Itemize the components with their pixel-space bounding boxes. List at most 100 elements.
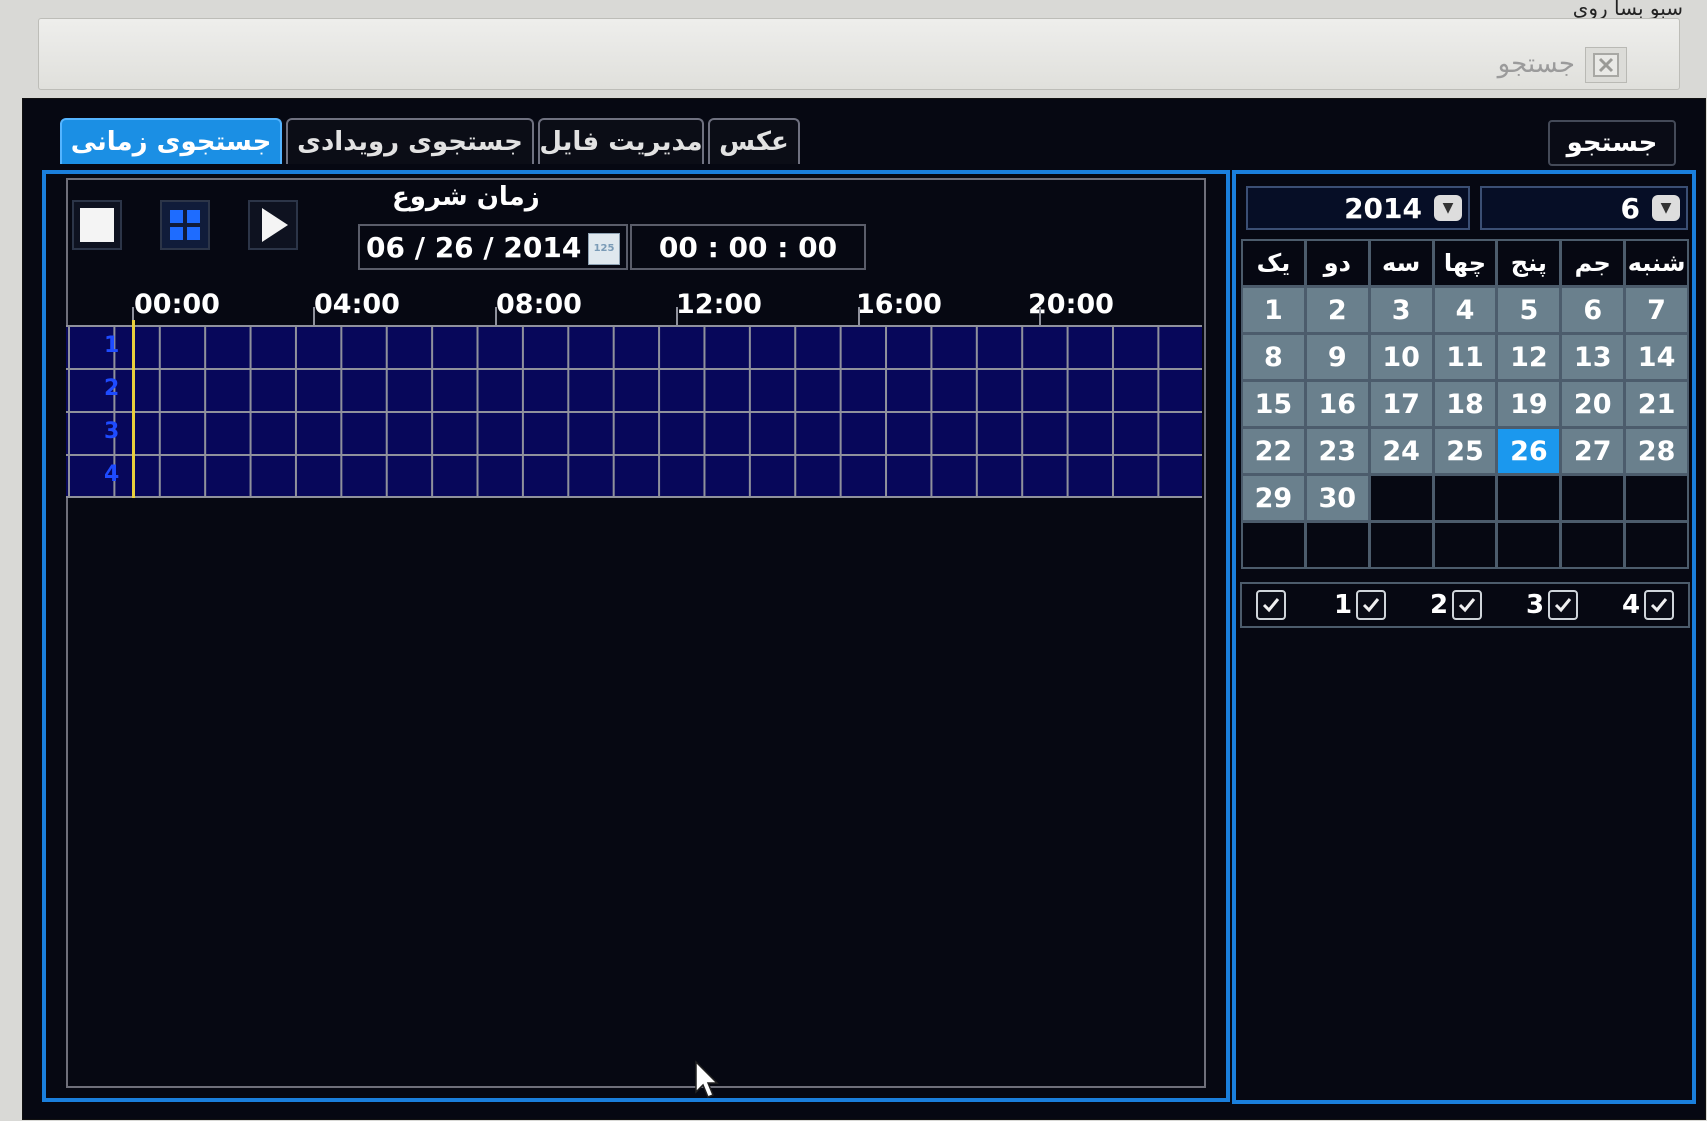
window-title: جستجو <box>1497 49 1575 79</box>
channel-4-checkbox[interactable] <box>1644 590 1674 620</box>
calendar-day[interactable]: 25 <box>1434 429 1496 473</box>
calendar-day[interactable]: 5 <box>1498 288 1560 332</box>
chevron-down-icon[interactable]: ▼ <box>1434 195 1462 221</box>
calendar-day[interactable]: 8 <box>1243 335 1304 379</box>
calendar-day[interactable]: 6 <box>1562 288 1624 332</box>
calendar-weekday: سه <box>1370 241 1432 285</box>
channel-number: 1 <box>104 333 120 358</box>
channel-label: 3 <box>1526 590 1545 620</box>
calendar-weekday: جم <box>1562 241 1624 285</box>
timeline-tick <box>676 307 678 327</box>
channel-label: 1 <box>1334 590 1353 620</box>
calendar-empty-cell <box>1562 476 1624 520</box>
play-button[interactable] <box>248 200 298 250</box>
timeline-hour-label: 04:00 <box>314 289 400 320</box>
calendar-day-selected[interactable]: 26 <box>1498 429 1560 473</box>
channel-1-checkbox[interactable] <box>1356 590 1386 620</box>
calendar-grid: یک دو سه چها پنج جم شنبه 1 2 3 4 5 6 7 8 9 10 11 12 13 14 15 1… <box>1241 239 1689 569</box>
tab-snapshot[interactable]: عکس <box>708 118 800 164</box>
channel-label: 2 <box>1430 590 1449 620</box>
mouse-pointer-icon <box>695 1060 719 1098</box>
channel-3-checkbox[interactable] <box>1548 590 1578 620</box>
select-all-checkbox[interactable] <box>1256 590 1286 620</box>
channel-2-checkbox[interactable] <box>1452 590 1482 620</box>
tab-time-search[interactable]: جستجوی زمانی <box>60 118 282 164</box>
play-icon <box>248 200 298 250</box>
timeline[interactable]: 00:00 04:00 08:00 12:00 16:00 20:00 1 2 … <box>66 285 1202 498</box>
stop-button[interactable] <box>72 200 122 250</box>
calendar-day[interactable]: 13 <box>1562 335 1624 379</box>
calendar-day[interactable]: 28 <box>1626 429 1687 473</box>
check-icon <box>1554 598 1572 613</box>
check-icon <box>1458 598 1476 613</box>
calendar-day[interactable]: 12 <box>1498 335 1560 379</box>
split-view-button[interactable] <box>160 200 210 250</box>
calendar-day[interactable]: 14 <box>1626 335 1687 379</box>
timeline-row-4[interactable]: 4 <box>66 454 1202 498</box>
calendar-empty-cell <box>1243 523 1304 567</box>
calendar-empty-cell <box>1306 523 1368 567</box>
year-select[interactable]: 2014 ▼ <box>1246 186 1470 230</box>
search-button[interactable]: جستجو <box>1548 120 1676 166</box>
calendar-day[interactable]: 30 <box>1306 476 1368 520</box>
channel-number: 2 <box>104 376 120 401</box>
timeline-tick <box>495 307 497 327</box>
timeline-tick <box>313 307 315 327</box>
calendar-day[interactable]: 2 <box>1306 288 1368 332</box>
grid-view-icon <box>160 200 210 250</box>
calendar-day[interactable]: 21 <box>1626 382 1687 426</box>
check-icon <box>1650 598 1668 613</box>
timeline-cursor[interactable] <box>132 320 135 498</box>
window-titlebar: جستجو <box>38 18 1680 90</box>
timeline-tick <box>858 307 860 327</box>
chevron-down-icon[interactable]: ▼ <box>1652 195 1680 221</box>
tab-event-search[interactable]: جستجوی رویدادی <box>286 118 534 164</box>
calendar-day[interactable]: 23 <box>1306 429 1368 473</box>
close-button[interactable] <box>1585 47 1627 83</box>
calendar-day[interactable]: 11 <box>1434 335 1496 379</box>
channel-label: 4 <box>1622 590 1641 620</box>
timeline-row-2[interactable]: 2 <box>66 368 1202 411</box>
calendar-empty-cell <box>1370 476 1432 520</box>
calendar-empty-cell <box>1370 523 1432 567</box>
timeline-hour-label: 00:00 <box>134 289 220 320</box>
timeline-row-1[interactable]: 1 <box>66 325 1202 368</box>
timeline-hour-label: 16:00 <box>856 289 942 320</box>
calendar-day[interactable]: 20 <box>1562 382 1624 426</box>
calendar-day[interactable]: 15 <box>1243 382 1304 426</box>
channel-number: 3 <box>104 419 120 444</box>
month-value: 6 <box>1620 191 1640 225</box>
calendar-day[interactable]: 7 <box>1626 288 1687 332</box>
calendar-weekday: شنبه <box>1626 241 1687 285</box>
calendar-icon[interactable]: 125 <box>588 233 620 265</box>
calendar-day[interactable]: 27 <box>1562 429 1624 473</box>
start-date-input[interactable]: 06 / 26 / 2014 125 <box>358 224 628 270</box>
calendar-day[interactable]: 3 <box>1370 288 1432 332</box>
month-select[interactable]: 6 ▼ <box>1480 186 1688 230</box>
calendar-day[interactable]: 1 <box>1243 288 1304 332</box>
tab-file-management[interactable]: مدیریت فایل <box>538 118 704 164</box>
calendar-empty-cell <box>1498 476 1560 520</box>
calendar-day[interactable]: 9 <box>1306 335 1368 379</box>
calendar-weekday: چها <box>1434 241 1496 285</box>
start-date-value: 06 / 26 / 2014 <box>366 230 582 264</box>
timeline-grid[interactable]: 1 2 3 4 <box>66 325 1202 498</box>
calendar-day[interactable]: 18 <box>1434 382 1496 426</box>
timeline-row-3[interactable]: 3 <box>66 411 1202 454</box>
year-value: 2014 <box>1344 191 1422 225</box>
calendar-day[interactable]: 29 <box>1243 476 1304 520</box>
calendar-empty-cell <box>1434 476 1496 520</box>
calendar-day[interactable]: 17 <box>1370 382 1432 426</box>
calendar-weekday: دو <box>1306 241 1368 285</box>
channel-number: 4 <box>104 462 120 487</box>
calendar-day[interactable]: 16 <box>1306 382 1368 426</box>
calendar-day[interactable]: 22 <box>1243 429 1304 473</box>
calendar-empty-cell <box>1498 523 1560 567</box>
calendar-day[interactable]: 24 <box>1370 429 1432 473</box>
start-time-input[interactable]: 00 : 00 : 00 <box>630 224 866 270</box>
calendar-day[interactable]: 10 <box>1370 335 1432 379</box>
calendar-day[interactable]: 19 <box>1498 382 1560 426</box>
channel-selector: 1 2 3 4 <box>1240 582 1690 628</box>
start-time-label: زمان شروع <box>392 182 540 212</box>
calendar-day[interactable]: 4 <box>1434 288 1496 332</box>
